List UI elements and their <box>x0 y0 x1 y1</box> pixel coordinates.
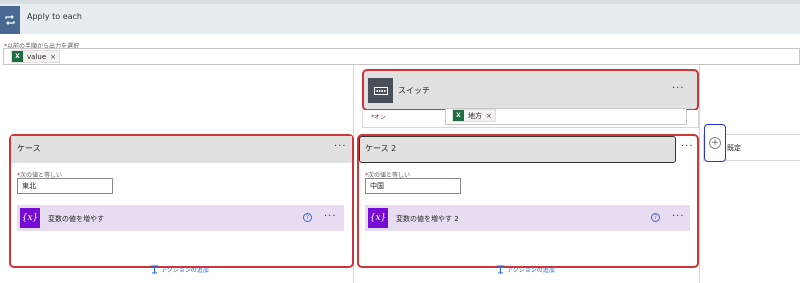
switch-title: スイッチ <box>398 86 430 95</box>
action-menu-button-1[interactable]: ··· <box>324 211 337 222</box>
action-title-1: 変数の値を増やす <box>48 215 104 223</box>
remove-token-icon[interactable]: × <box>486 112 492 120</box>
add-action-button-1[interactable]: アクションの追加 <box>150 265 209 274</box>
variable-icon: {x} <box>20 208 40 228</box>
loop-icon <box>0 6 20 34</box>
value-token[interactable]: X value × <box>11 50 60 63</box>
header-strip <box>0 0 800 4</box>
case-menu-button-1[interactable]: ··· <box>334 141 347 152</box>
switch-icon <box>368 78 393 103</box>
switch-menu-button[interactable]: ··· <box>672 83 685 94</box>
case-value-input-2[interactable]: 中国 <box>365 178 461 194</box>
switch-on-label: *オン <box>371 114 387 121</box>
case-value-input-1[interactable]: 東北 <box>17 178 113 194</box>
add-action-button-2[interactable]: アクションの追加 <box>496 265 555 274</box>
remove-token-icon[interactable]: × <box>50 53 56 61</box>
case-title-2: ケース 2 <box>365 144 397 153</box>
variable-icon: {x} <box>368 208 388 228</box>
action-title-2: 変数の値を増やす 2 <box>396 215 459 223</box>
add-action-icon <box>150 265 159 274</box>
add-action-label-1: アクションの追加 <box>161 267 209 274</box>
plus-icon[interactable]: + <box>709 137 721 149</box>
case-title-1: ケース <box>17 144 41 153</box>
excel-icon: X <box>12 51 23 62</box>
apply-to-each-header[interactable] <box>0 0 800 34</box>
excel-icon: X <box>453 110 464 121</box>
region-token-label: 地方 <box>468 111 482 120</box>
select-output-field[interactable] <box>3 48 800 65</box>
help-icon[interactable]: ? <box>651 213 660 222</box>
region-token[interactable]: X 地方 × <box>452 109 496 122</box>
default-case-title: 既定 <box>727 144 741 152</box>
help-icon[interactable]: ? <box>303 213 312 222</box>
case-header-1[interactable] <box>11 136 352 163</box>
case-header-2[interactable] <box>359 136 676 163</box>
action-menu-button-2[interactable]: ··· <box>672 211 685 222</box>
add-action-icon <box>496 265 505 274</box>
add-action-label-2: アクションの追加 <box>507 267 555 274</box>
case-menu-button-2[interactable]: ··· <box>681 141 694 152</box>
value-token-label: value <box>27 52 47 61</box>
branch-divider <box>699 65 700 283</box>
apply-to-each-title: Apply to each <box>27 12 82 21</box>
